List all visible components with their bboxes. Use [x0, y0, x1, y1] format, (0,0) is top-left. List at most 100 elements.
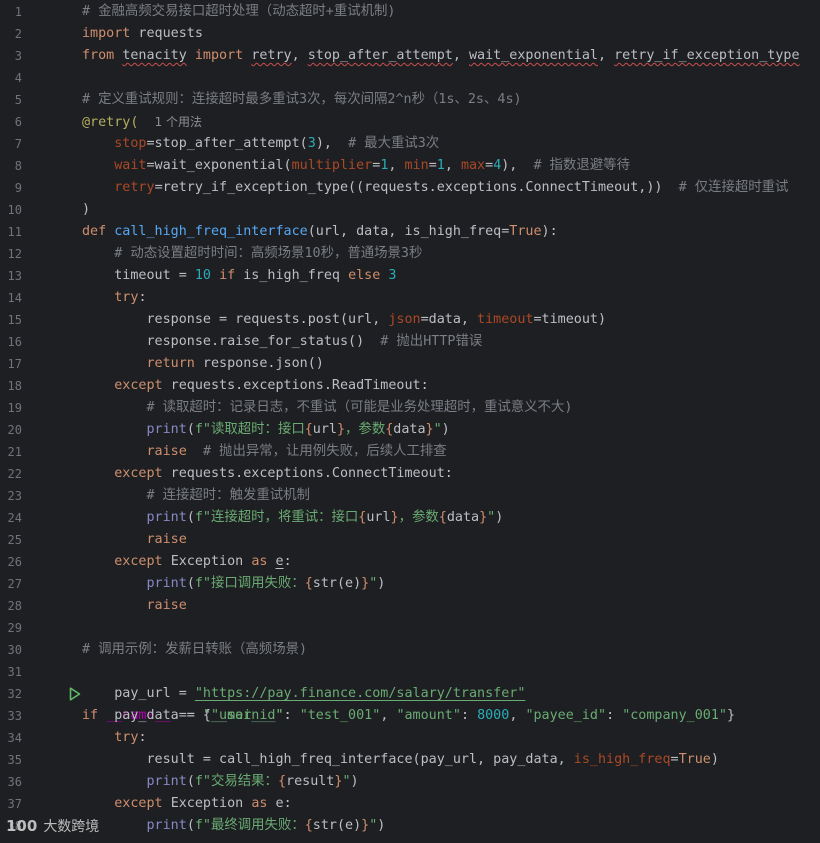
code-line-30[interactable]: # 调用示例：发薪日转账（高频场景): [0, 639, 820, 661]
fstring-var: data: [393, 422, 426, 437]
code-line-23[interactable]: # 连接超时：触发重试机制: [0, 485, 820, 507]
fstring-var: url: [366, 510, 391, 525]
code-line-5[interactable]: # 定义重试规则：连接超时最多重试3次，每次间隔2^n秒（1s、2s、4s): [0, 89, 820, 111]
string: ": [369, 576, 378, 591]
code-line-24[interactable]: print(f"连接超时，将重试：接口{url}，参数{data}"): [0, 507, 820, 529]
code-text: is_high_freq: [235, 268, 349, 283]
url-string[interactable]: "https://pay.finance.com/salary/transfer…: [195, 686, 526, 701]
line-number-text: 29: [7, 621, 22, 635]
code-editor[interactable]: 1 2 3 4 5 6 7 8 9 10 11 12 13 14 15 16 17 18 19 20 21 22 23 24 2…: [0, 0, 820, 843]
code-line-17[interactable]: return response.json(): [0, 353, 820, 375]
code-line-1[interactable]: # 金融高频交易接口超时处理（动态超时+重试机制): [0, 1, 820, 23]
keyword: else: [348, 268, 381, 283]
code-line-19[interactable]: # 读取超时：记录日志，不重试（可能是业务处理超时，重试意义不大): [0, 397, 820, 419]
code-text: (url, data, is_high_freq=: [307, 224, 510, 239]
string: "company_001": [622, 708, 727, 723]
string: "test_001": [299, 708, 381, 723]
code-text: ):: [541, 224, 558, 239]
fstring-var: result: [286, 774, 335, 789]
builtin: print: [146, 510, 187, 525]
code-line-26[interactable]: except Exception as e:: [0, 551, 820, 573]
keyword: try: [114, 730, 139, 745]
builtin: print: [146, 774, 187, 789]
usage-hint[interactable]: 1 个用法: [155, 115, 202, 129]
code-line-9[interactable]: retry=retry_if_exception_type((requests.…: [0, 177, 820, 199]
param: stop: [114, 136, 147, 151]
comment: # 动态设置超时时间：高频场景10秒，普通场景3秒: [114, 246, 423, 261]
string: ，参数: [398, 510, 439, 525]
variable: e: [275, 554, 284, 569]
string: "amount": [396, 708, 461, 723]
code-line-34[interactable]: try:: [0, 727, 820, 749]
code-line-27[interactable]: print(f"接口调用失败：{str(e)}"): [0, 573, 820, 595]
code-text: =data,: [420, 312, 478, 327]
comment: # 最大重试3次: [348, 136, 440, 151]
builtin: print: [146, 422, 187, 437]
comment: # 定义重试规则：连接超时最多重试3次，每次间隔2^n秒（1s、2s、4s): [82, 92, 522, 107]
code-line-21[interactable]: raise # 抛出异常，让用例失败，后续人工排查: [0, 441, 820, 463]
code-line-8[interactable]: wait=wait_exponential(multiplier=1, min=…: [0, 155, 820, 177]
keyword: True: [678, 752, 711, 767]
code-text: =retry_if_exception_type((requests.excep…: [154, 180, 679, 195]
code-line-7[interactable]: stop=stop_after_attempt(3), # 最大重试3次: [0, 133, 820, 155]
identifier: wait_exponential: [469, 48, 598, 63]
code-line-10[interactable]: ): [0, 199, 820, 221]
keyword: def: [82, 224, 107, 239]
string: f"读取超时：接口: [194, 422, 305, 437]
keyword: raise: [146, 532, 187, 547]
module-name: tenacity: [122, 48, 187, 63]
line-number-text: 4: [14, 71, 22, 85]
code-line-6[interactable]: @retry( 1 个用法: [0, 111, 820, 133]
code-line-22[interactable]: except requests.exceptions.ConnectTimeou…: [0, 463, 820, 485]
code-line-35[interactable]: result = call_high_freq_interface(pay_ur…: [0, 749, 820, 771]
comment: # 读取超时：记录日志，不重试（可能是业务处理超时，重试意义不大): [146, 400, 573, 415]
code-line-36[interactable]: print(f"交易结果：{result}"): [0, 771, 820, 793]
keyword: from: [82, 48, 115, 63]
code-line-25[interactable]: raise: [0, 529, 820, 551]
number: 4: [493, 158, 502, 173]
comment: # 指数退避等待: [533, 158, 630, 173]
string: ，参数: [345, 422, 386, 437]
code-line-13[interactable]: timeout = 10 if is_high_freq else 3: [0, 265, 820, 287]
code-line-38[interactable]: print(f"最终调用失败：{str(e)}"): [0, 815, 820, 837]
param: retry: [114, 180, 155, 195]
comment: # 连接超时：触发重试机制: [146, 488, 310, 503]
code-line-11[interactable]: def call_high_freq_interface(url, data, …: [0, 221, 820, 243]
param: multiplier: [291, 158, 373, 173]
string: f"最终调用失败：: [194, 818, 305, 833]
code-line-14[interactable]: try:: [0, 287, 820, 309]
number: 3: [307, 136, 316, 151]
param: json: [388, 312, 421, 327]
code-text: result = call_high_freq_interface(pay_ur…: [146, 752, 574, 767]
keyword: except: [114, 554, 163, 569]
code-line-3[interactable]: from tenacity import retry, stop_after_a…: [0, 45, 820, 67]
code-line-12[interactable]: # 动态设置超时时间：高频场景10秒，普通场景3秒: [0, 243, 820, 265]
code-line-31[interactable]: if __name__ == "__main__":: [0, 661, 820, 723]
code-text: ): [82, 202, 91, 217]
line-number: 29: [0, 617, 30, 639]
identifier: stop_after_attempt: [307, 48, 453, 63]
code-line-20[interactable]: print(f"读取超时：接口{url}，参数{data}"): [0, 419, 820, 441]
keyword: try: [114, 290, 139, 305]
watermark-text: 大数跨境: [43, 819, 100, 835]
keyword: True: [509, 224, 542, 239]
identifier: retry_if_exception_type: [614, 48, 800, 63]
code-line-16[interactable]: response.raise_for_status() # 抛出HTTP错误: [0, 331, 820, 353]
code-line-28[interactable]: raise: [0, 595, 820, 617]
code-text: =stop_after_attempt(: [146, 136, 308, 151]
number: 1: [436, 158, 445, 173]
fstring-var: str(e): [312, 818, 362, 833]
code-line-18[interactable]: except requests.exceptions.ReadTimeout:: [0, 375, 820, 397]
code-line-32[interactable]: pay_url = "https://pay.finance.com/salar…: [0, 683, 820, 705]
code-line-15[interactable]: response = requests.post(url, json=data,…: [0, 309, 820, 331]
code-line-2[interactable]: import requests: [0, 23, 820, 45]
param: max: [460, 158, 486, 173]
code-text: =timeout): [533, 312, 607, 327]
comment: # 抛出异常，让用例失败，后续人工排查: [202, 444, 447, 459]
keyword: as: [251, 554, 268, 569]
code-line-37[interactable]: except Exception as e:: [0, 793, 820, 815]
variable: e: [275, 796, 284, 811]
code-line-33[interactable]: pay_data = {"user_id": "test_001", "amou…: [0, 705, 820, 727]
param: timeout: [477, 312, 534, 327]
exception-class: Exception: [170, 554, 244, 569]
